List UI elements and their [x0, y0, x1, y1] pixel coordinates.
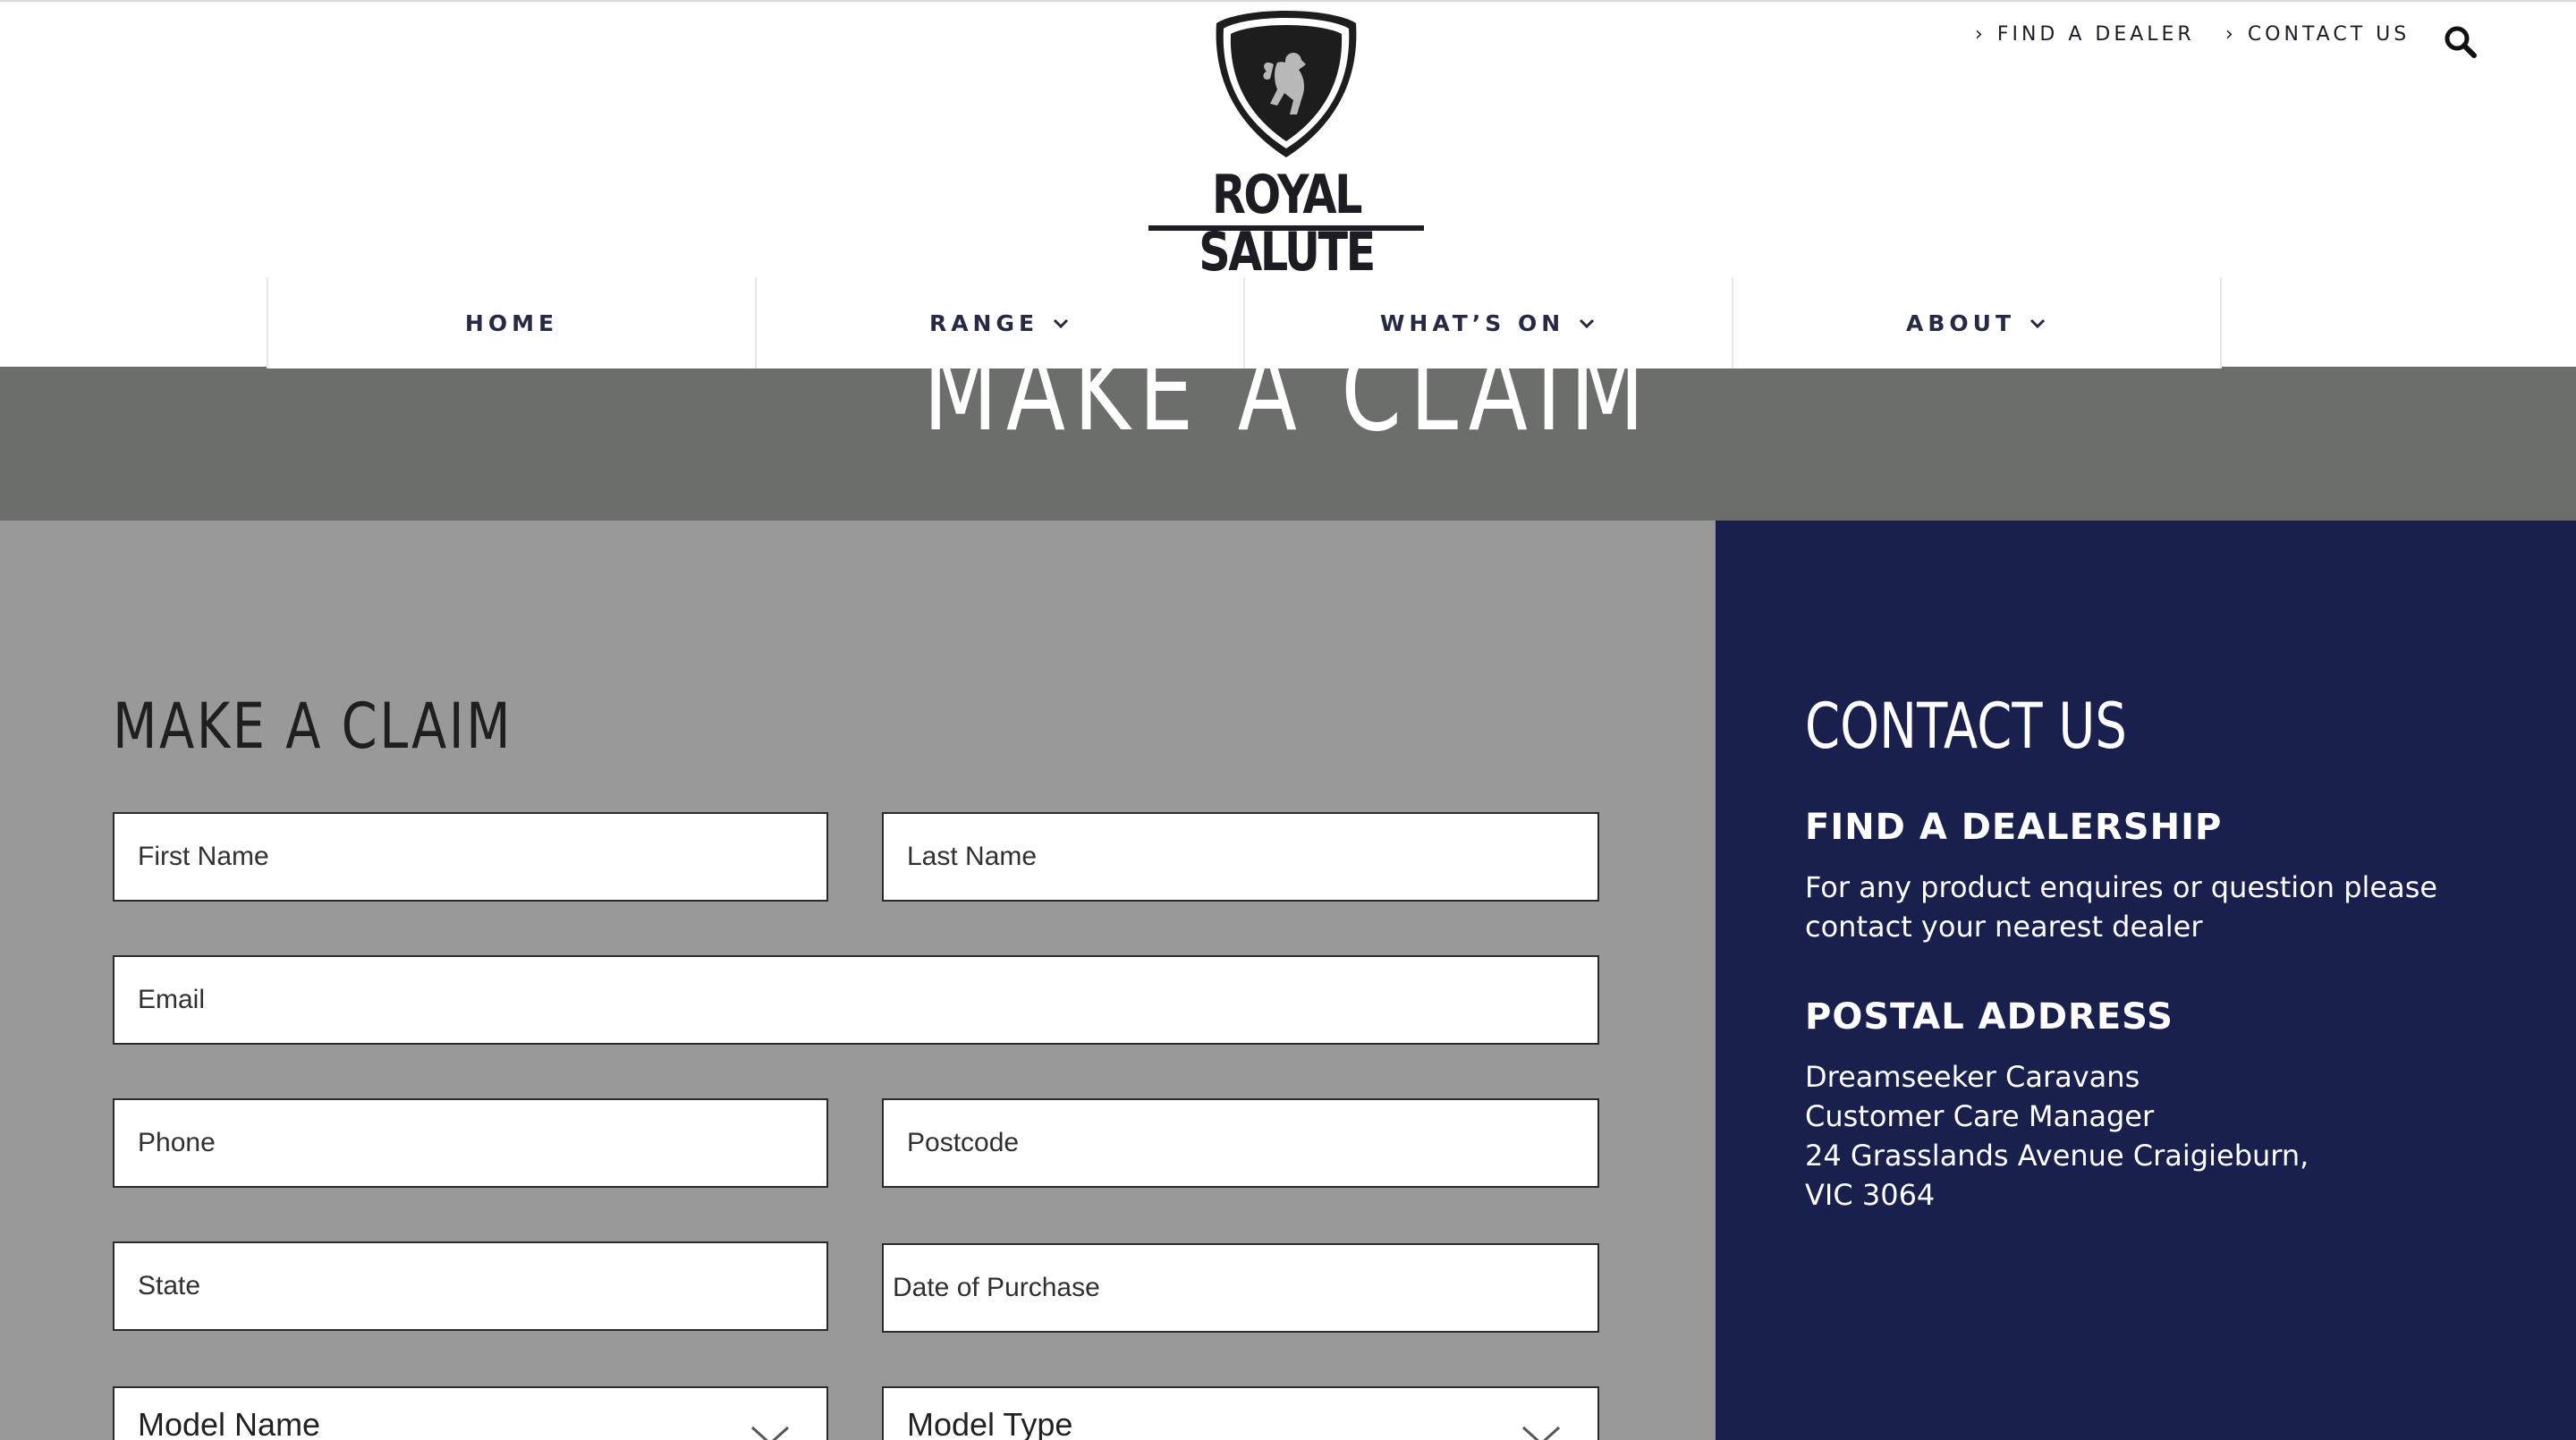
search-icon: [2445, 26, 2477, 58]
model-type-select[interactable]: Model Type: [882, 1386, 1599, 1440]
postal-address-line: Customer Care Manager: [1805, 1099, 2155, 1133]
contact-us-link[interactable]: › CONTACT US: [2225, 23, 2410, 46]
chevron-down-icon: [1580, 318, 1595, 329]
chevron-down-icon: [750, 1426, 790, 1440]
search-button[interactable]: [2442, 23, 2481, 63]
nav-item-label: ABOUT: [1905, 309, 2015, 336]
nav-item-label: HOME: [464, 309, 559, 336]
chevron-down-icon: [1521, 1426, 1561, 1440]
main-navigation: HOME RANGE WHAT’S ON ABOUT: [267, 277, 2222, 368]
postal-address-line: 24 Grasslands Avenue Craigieburn,: [1805, 1139, 2309, 1173]
state-field[interactable]: [113, 1241, 828, 1331]
nav-item-range[interactable]: RANGE: [757, 277, 1245, 368]
contact-panel: CONTACT US FIND A DEALERSHIP For any pro…: [1716, 521, 2576, 1440]
claim-form-panel: MAKE A CLAIM Model Name Model Type: [0, 521, 1716, 1440]
postcode-field[interactable]: [882, 1098, 1599, 1188]
nav-item-label: RANGE: [928, 309, 1039, 336]
site-header: › FIND A DEALER › CONTACT US ROYAL SALUTE …: [0, 0, 2576, 368]
phone-field[interactable]: [113, 1098, 828, 1188]
lion-shield-icon: [1216, 11, 1357, 157]
chevron-down-icon: [1054, 318, 1069, 329]
email-field[interactable]: [113, 955, 1599, 1045]
hero-title: MAKE A CLAIM: [923, 367, 1653, 456]
date-of-purchase-field[interactable]: [882, 1243, 1599, 1333]
model-name-select[interactable]: Model Name: [113, 1386, 828, 1440]
nav-item-about[interactable]: ABOUT: [1733, 277, 2222, 368]
find-a-dealer-label: FIND A DEALER: [1996, 23, 2195, 46]
chevron-right-icon: ›: [1975, 23, 1987, 46]
nav-item-whats-on[interactable]: WHAT’S ON: [1245, 277, 1733, 368]
postal-address-line: Dreamseeker Caravans: [1805, 1060, 2140, 1094]
contact-title: CONTACT US: [1805, 690, 2127, 763]
last-name-field[interactable]: [882, 812, 1599, 902]
dealership-text-line: contact your nearest dealer: [1805, 910, 2203, 944]
chevron-right-icon: ›: [2225, 23, 2237, 46]
brand-wordmark: ROYAL SALUTE: [1199, 164, 1376, 284]
first-name-field[interactable]: [113, 812, 828, 902]
postal-address-line: VIC 3064: [1805, 1178, 1936, 1212]
postal-address-heading: POSTAL ADDRESS: [1805, 996, 2174, 1038]
nav-item-label: WHAT’S ON: [1379, 309, 1565, 336]
find-a-dealer-link[interactable]: › FIND A DEALER: [1975, 23, 2195, 46]
chevron-down-icon: [2029, 318, 2046, 329]
hero-banner: MAKE A CLAIM: [0, 367, 2576, 521]
dealership-heading: FIND A DEALERSHIP: [1805, 807, 2223, 848]
brand-logo[interactable]: ROYAL SALUTE: [1143, 7, 1429, 281]
model-name-selected: Model Name: [138, 1406, 321, 1440]
nav-item-home[interactable]: HOME: [267, 277, 757, 368]
brand-underline: [1148, 225, 1424, 231]
dealership-text-line: For any product enquires or question ple…: [1805, 870, 2438, 904]
contact-us-label: CONTACT US: [2247, 23, 2411, 46]
form-title: MAKE A CLAIM: [113, 690, 513, 763]
model-type-selected: Model Type: [907, 1406, 1073, 1440]
